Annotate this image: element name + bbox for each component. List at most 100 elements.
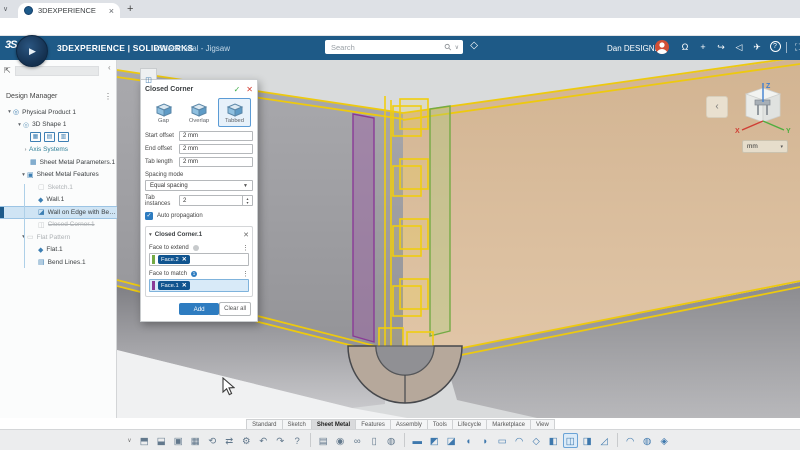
flat-hem-icon[interactable]: ▭ bbox=[495, 433, 510, 448]
save-icon[interactable]: ▣ bbox=[171, 433, 186, 448]
new-content-icon[interactable]: ⬒ bbox=[137, 433, 152, 448]
tree-item-sheet-metal-parameters-1[interactable]: ▦Sheet Metal Parameters.1 bbox=[0, 156, 117, 169]
closed-corner-icon[interactable]: ◫ bbox=[563, 433, 578, 448]
units-dropdown[interactable]: mm ▾ bbox=[742, 140, 788, 153]
tree-item-3d-shape-1[interactable]: ▾◎3D Shape 1 bbox=[0, 119, 117, 132]
settings-gear-icon[interactable]: ⚙ bbox=[239, 433, 254, 448]
browser-tab[interactable]: 3DEXPERIENCE × bbox=[18, 3, 120, 18]
tab-search-chevron-icon[interactable]: ∨ bbox=[3, 5, 8, 13]
new-tab-button[interactable]: + bbox=[127, 4, 133, 15]
notifications-bell-icon[interactable]: Ω bbox=[676, 39, 694, 55]
ambience-icon[interactable]: ∞ bbox=[350, 433, 365, 448]
face-to-extend-field[interactable]: Face.2 ✕ bbox=[149, 253, 249, 266]
spinner-control[interactable]: ▴ ▾ bbox=[242, 196, 252, 205]
exchange-icon[interactable]: ⇄ bbox=[222, 433, 237, 448]
clear-all-button[interactable]: Clear all bbox=[219, 302, 251, 316]
face-to-match-highlight[interactable] bbox=[353, 114, 374, 342]
flange-icon[interactable]: ◠ bbox=[512, 433, 527, 448]
apps-launcher-icon[interactable]: ✈ bbox=[748, 39, 766, 55]
tree-item-wall-on-edge-with-bend-1[interactable]: ◪Wall on Edge with Bend.1 bbox=[0, 206, 117, 219]
ribbon-tab-view[interactable]: View bbox=[530, 419, 555, 429]
chip-remove-icon[interactable]: ✕ bbox=[182, 282, 187, 289]
hem-icon[interactable]: ◗ bbox=[478, 433, 493, 448]
expander-icon[interactable]: › bbox=[22, 147, 29, 153]
3dexperience-compass[interactable]: ▶ bbox=[16, 35, 48, 67]
recognize-icon[interactable]: ◈ bbox=[657, 433, 672, 448]
swept-wall-icon[interactable]: ◪ bbox=[444, 433, 459, 448]
refresh-icon[interactable]: ⟲ bbox=[205, 433, 220, 448]
search-input[interactable] bbox=[329, 42, 445, 53]
redo-icon[interactable]: ↷ bbox=[273, 433, 288, 448]
save-with-options-icon[interactable]: ▦ bbox=[188, 433, 203, 448]
add-content-icon[interactable]: + bbox=[694, 39, 712, 55]
toolbar-collapse-icon[interactable]: ∨ bbox=[127, 437, 131, 444]
section-expander-icon[interactable]: ▾ bbox=[149, 232, 152, 238]
tree-badges-row[interactable]: ▦▤▥ bbox=[0, 131, 117, 144]
tab-instances-input[interactable]: 2 ▴ ▾ bbox=[179, 195, 253, 206]
ribbon-tab-sheet-metal[interactable]: Sheet Metal bbox=[311, 419, 356, 429]
face-to-match-field[interactable]: Face.1 ✕ bbox=[149, 279, 249, 292]
open-content-icon[interactable]: ⬓ bbox=[154, 433, 169, 448]
break-corner-icon[interactable]: ◿ bbox=[597, 433, 612, 448]
auto-propagation-checkbox[interactable]: ✓ bbox=[145, 212, 153, 220]
tree-item-bend-lines-1[interactable]: ▤Bend Lines.1 bbox=[0, 256, 117, 269]
tree-item-sheet-metal-features[interactable]: ▾▣Sheet Metal Features bbox=[0, 169, 117, 182]
corner-relief-icon[interactable]: ◨ bbox=[580, 433, 595, 448]
ribbon-tab-tools[interactable]: Tools bbox=[427, 419, 453, 429]
section-close-icon[interactable]: ✕ bbox=[243, 231, 249, 239]
corner-type-tabbed-button[interactable]: Tabbed bbox=[218, 98, 251, 127]
bend-icon[interactable]: ◠ bbox=[623, 433, 638, 448]
chip-remove-icon[interactable]: ✕ bbox=[182, 256, 187, 263]
globe-icon[interactable]: ◍ bbox=[384, 433, 399, 448]
expander-icon[interactable]: ▾ bbox=[6, 109, 13, 115]
start-offset-input[interactable]: 2 mm bbox=[179, 131, 253, 141]
end-offset-input[interactable]: 2 mm bbox=[179, 144, 253, 154]
wall-on-edge-icon[interactable]: ◩ bbox=[427, 433, 442, 448]
hem-open-icon[interactable]: ◖ bbox=[461, 433, 476, 448]
swym-share-icon[interactable]: ◁ bbox=[730, 39, 748, 55]
wall-icon[interactable]: ▬ bbox=[410, 433, 425, 448]
unfold-icon[interactable]: ◍ bbox=[640, 433, 655, 448]
view-cube[interactable]: Z X Y bbox=[733, 80, 793, 140]
tree-item-flat-pattern[interactable]: ▾▭Flat Pattern bbox=[0, 231, 117, 244]
tab-close-icon[interactable]: × bbox=[109, 6, 114, 16]
collaborate-icon[interactable]: ◉ bbox=[333, 433, 348, 448]
panel-search-bar[interactable] bbox=[15, 66, 99, 76]
corner-type-overlap-button[interactable]: Overlap bbox=[183, 98, 216, 127]
tree-item-flat-1[interactable]: ◆Flat.1 bbox=[0, 244, 117, 257]
search-caret-icon[interactable]: ∨ bbox=[455, 44, 459, 51]
corner-icon[interactable]: ◧ bbox=[546, 433, 561, 448]
display-panel-icon[interactable]: ▤ bbox=[316, 433, 331, 448]
shape-badge-icon[interactable]: ▤ bbox=[44, 132, 55, 142]
match-options-icon[interactable]: ⋮ bbox=[242, 270, 249, 278]
add-button[interactable]: Add bbox=[179, 303, 219, 315]
ribbon-tab-standard[interactable]: Standard bbox=[246, 419, 282, 429]
help-icon[interactable]: ? bbox=[766, 39, 784, 55]
tree-mode-icon[interactable]: ⇱ bbox=[4, 66, 11, 75]
dialog-tab[interactable]: ◫ bbox=[140, 68, 157, 79]
user-avatar[interactable] bbox=[655, 40, 669, 54]
shape-badge-icon[interactable]: ▦ bbox=[30, 132, 41, 142]
tree-item-sketch-1[interactable]: ▢Sketch.1 bbox=[0, 181, 117, 194]
panel-collapse-icon[interactable]: ‹ bbox=[108, 63, 111, 72]
dialog-close-icon[interactable]: ✕ bbox=[246, 85, 253, 94]
catalog-icon[interactable]: ▯ bbox=[367, 433, 382, 448]
dialog-ok-icon[interactable]: ✓ bbox=[234, 85, 241, 94]
tree-item-closed-corner-1[interactable]: ◫Closed Corner.1 bbox=[0, 219, 117, 232]
panel-menu-icon[interactable]: ⋮ bbox=[104, 92, 112, 101]
tree-item-wall-1[interactable]: ◆Wall.1 bbox=[0, 194, 117, 207]
ribbon-tab-lifecycle[interactable]: Lifecycle bbox=[452, 419, 487, 429]
corner-type-gap-button[interactable]: Gap bbox=[147, 98, 180, 127]
view-previous-button[interactable]: ‹ bbox=[706, 96, 728, 118]
tab-length-input[interactable]: 2 mm bbox=[179, 157, 253, 167]
undo-icon[interactable]: ↶ bbox=[256, 433, 271, 448]
help-icon[interactable]: ? bbox=[290, 433, 305, 448]
ribbon-tab-marketplace[interactable]: Marketplace bbox=[486, 419, 531, 429]
tree-item-axis-systems[interactable]: ›Axis Systems bbox=[0, 144, 117, 157]
stamp-icon[interactable]: ◇ bbox=[529, 433, 544, 448]
tag-icon[interactable]: ◇ bbox=[468, 42, 479, 50]
ribbon-tab-sketch[interactable]: Sketch bbox=[282, 419, 312, 429]
share-forward-icon[interactable]: ↪ bbox=[712, 39, 730, 55]
fullscreen-icon[interactable]: ⛶ bbox=[789, 39, 800, 55]
ribbon-tab-assembly[interactable]: Assembly bbox=[390, 419, 428, 429]
